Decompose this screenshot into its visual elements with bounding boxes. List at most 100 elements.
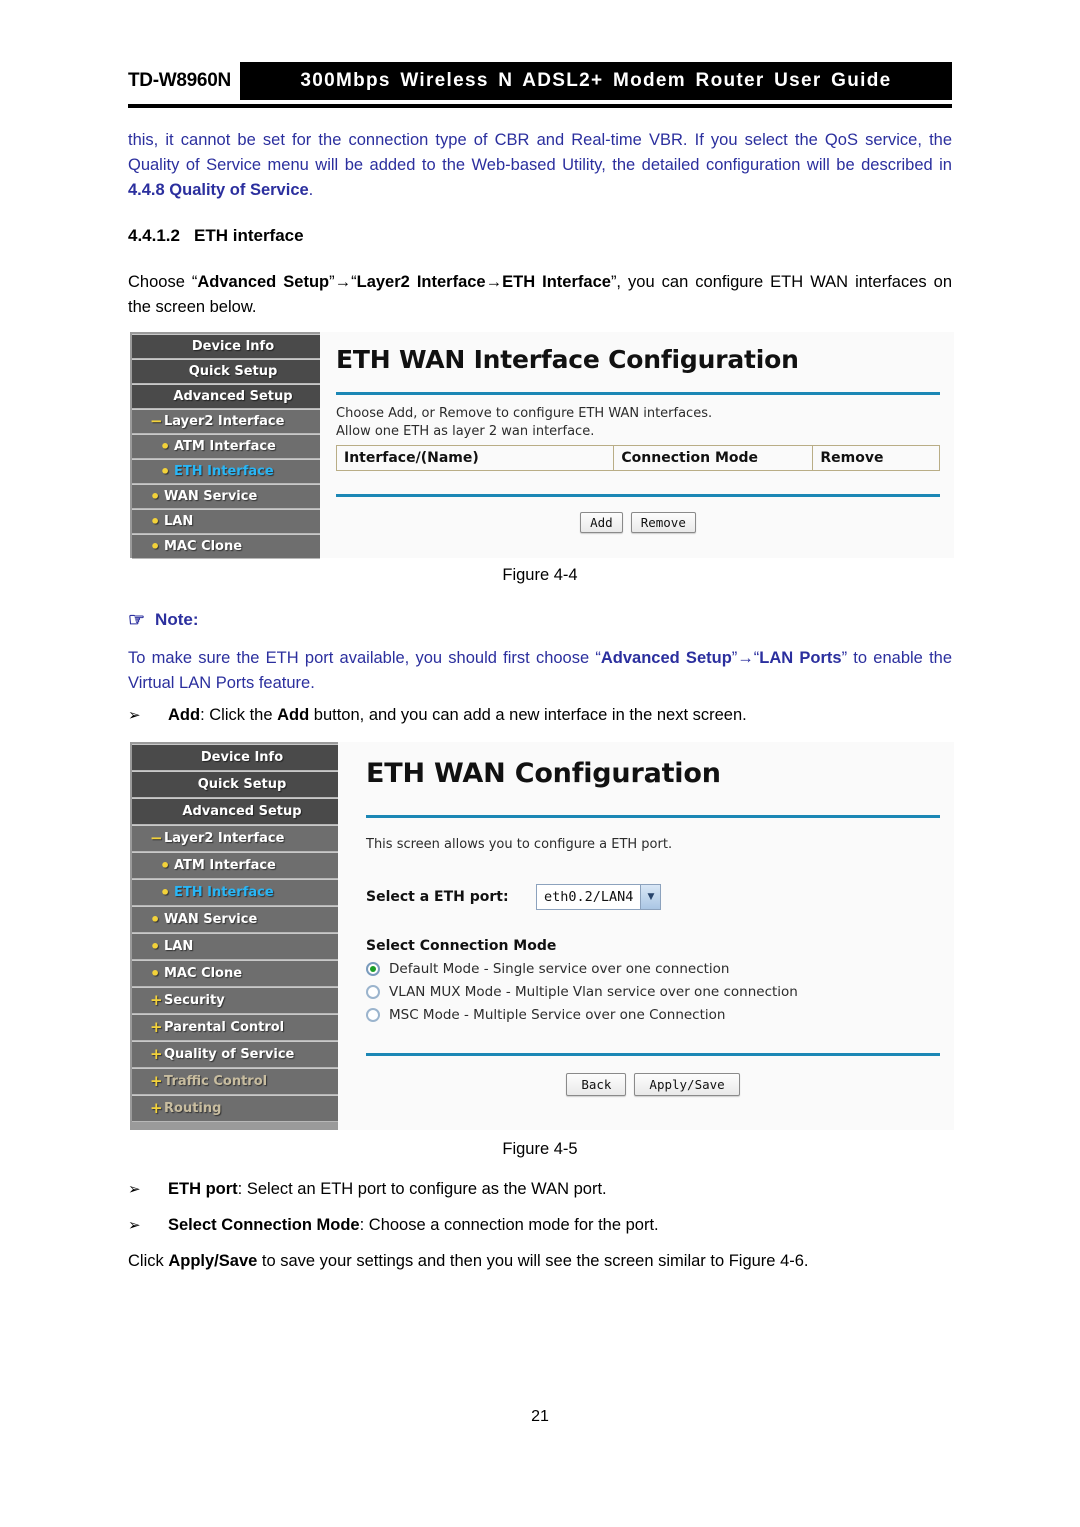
sidebar-item-label: Layer2 Interface — [164, 414, 285, 429]
sidebar-item-mac-clone[interactable]: • MAC Clone — [132, 960, 338, 987]
table-header-remove: Remove — [812, 445, 940, 471]
sidebar-item-quick-setup[interactable]: Quick Setup — [132, 359, 320, 384]
sidebar-item-label: ATM Interface — [174, 439, 276, 454]
panel-desc-line-1: Choose Add, or Remove to configure ETH W… — [336, 406, 713, 421]
radio-label: VLAN MUX Mode - Multiple Vlan service ov… — [389, 984, 798, 1000]
router-sidebar[interactable]: Device Info Quick Setup Advanced Setup −… — [130, 742, 338, 1130]
eth-port-bullet-bold: ETH port — [168, 1180, 238, 1198]
router-sidebar[interactable]: Device Info Quick Setup Advanced Setup −… — [130, 332, 320, 559]
connection-mode-option-msc[interactable]: MSC Mode - Multiple Service over one Con… — [366, 1007, 940, 1023]
panel-button-row: Back Apply/Save — [366, 1073, 940, 1096]
sidebar-item-label: LAN — [164, 939, 194, 954]
note-header: ☞ Note: — [128, 610, 199, 630]
sidebar-item-label: ETH Interface — [174, 464, 274, 479]
sidebar-item-routing[interactable]: + Routing — [132, 1095, 338, 1122]
panel-rule-top — [336, 392, 940, 395]
sidebar-item-traffic-control[interactable]: + Traffic Control — [132, 1068, 338, 1095]
sidebar-item-lan[interactable]: • LAN — [132, 509, 320, 534]
note-line1-mid: ”→“ — [731, 649, 760, 667]
sidebar-item-device-info[interactable]: Device Info — [132, 334, 320, 359]
eth-wan-interface-table: Interface/(Name) Connection Mode Remove — [335, 445, 940, 471]
intro-line-3-bold: 4.4.8 Quality of Service — [128, 181, 309, 199]
router-main-panel: ETH WAN Interface Configuration Choose A… — [320, 332, 954, 558]
table-header-interface-name: Interface/(Name) — [335, 445, 615, 471]
sidebar-item-quality-of-service[interactable]: + Quality of Service — [132, 1041, 338, 1068]
plus-icon: + — [150, 1072, 163, 1090]
sidebar-item-label: WAN Service — [164, 489, 258, 504]
figure-4-4-caption: Figure 4-4 — [502, 566, 578, 584]
page-header: TD-W8960N 300Mbps Wireless N ADSL2+ Mode… — [0, 0, 1080, 110]
eth-port-select[interactable]: eth0.2/LAN4 ▼ — [536, 884, 662, 910]
bullet-icon: • — [160, 855, 171, 875]
sidebar-item-advanced-setup[interactable]: Advanced Setup — [132, 384, 320, 409]
sidebar-item-label: Layer2 Interface — [164, 831, 285, 846]
bullet-icon: • — [150, 486, 161, 506]
sidebar-item-advanced-setup[interactable]: Advanced Setup — [132, 798, 338, 825]
header-model-name: TD-W8960N — [128, 70, 231, 91]
add-bullet-row: ➢ Add: Click the Add button, and you can … — [128, 703, 952, 728]
section-heading: 4.4.1.2 ETH interface — [128, 226, 952, 246]
choose-pre: Choose “ — [128, 273, 198, 291]
back-button[interactable]: Back — [566, 1073, 627, 1096]
connection-mode-option-vlan-mux[interactable]: VLAN MUX Mode - Multiple Vlan service ov… — [366, 984, 940, 1000]
sidebar-item-label: Security — [164, 993, 225, 1008]
intro-line-3-post: . — [308, 181, 314, 199]
note-line1-pre: To make sure the ETH port available, you… — [128, 649, 601, 667]
sidebar-item-label: ETH Interface — [174, 885, 274, 900]
radio-msc-mode[interactable] — [366, 1008, 380, 1022]
sidebar-item-security[interactable]: + Security — [132, 987, 338, 1014]
sidebar-item-atm-interface[interactable]: • ATM Interface — [132, 852, 338, 879]
note-bold-advanced-setup: Advanced Setup — [600, 649, 732, 667]
bullet-icon: • — [150, 536, 161, 556]
sidebar-item-wan-service[interactable]: • WAN Service — [132, 484, 320, 509]
sidebar-item-quick-setup[interactable]: Quick Setup — [132, 771, 338, 798]
sidebar-item-wan-service[interactable]: • WAN Service — [132, 906, 338, 933]
section-title: ETH interface — [194, 226, 304, 245]
panel-rule-bottom — [336, 494, 940, 497]
chevron-down-icon[interactable]: ▼ — [640, 885, 661, 909]
bullet-icon: • — [160, 436, 171, 456]
plus-icon: + — [150, 1018, 163, 1036]
radio-default-mode[interactable] — [366, 962, 380, 976]
sidebar-item-label: Advanced Setup — [173, 389, 293, 404]
note-label: Note: — [155, 610, 199, 629]
note-paragraph: To make sure the ETH port available, you… — [128, 646, 952, 696]
connection-mode-bullet-bold: Select Connection Mode — [168, 1216, 360, 1234]
bullet-icon: • — [150, 963, 161, 983]
sidebar-item-lan[interactable]: • LAN — [132, 933, 338, 960]
sidebar-item-layer2-interface[interactable]: − Layer2 Interface — [132, 825, 338, 852]
sidebar-item-eth-interface[interactable]: • ETH Interface — [132, 459, 320, 484]
closing-paragraph: Click Apply/Save to save your settings a… — [128, 1249, 952, 1274]
bullet-icon: • — [150, 936, 161, 956]
figure-4-5-screenshot: Device Info Quick Setup Advanced Setup −… — [130, 742, 954, 1130]
bullet-icon: • — [150, 909, 161, 929]
pointing-hand-icon: ☞ — [128, 609, 146, 631]
remove-button[interactable]: Remove — [630, 512, 696, 533]
eth-port-bullet-row: ➢ ETH port: Select an ETH port to configu… — [128, 1177, 952, 1202]
bullet-arrow-icon: ➢ — [128, 707, 141, 724]
sidebar-item-layer2-interface[interactable]: − Layer2 Interface — [132, 409, 320, 434]
apply-save-button[interactable]: Apply/Save — [634, 1073, 740, 1096]
header-divider — [128, 104, 952, 108]
sidebar-item-device-info[interactable]: Device Info — [132, 744, 338, 771]
sidebar-item-mac-clone[interactable]: • MAC Clone — [132, 534, 320, 559]
choose-mid-1: ”→“ — [329, 273, 357, 291]
sidebar-item-eth-interface[interactable]: • ETH Interface — [132, 879, 338, 906]
radio-vlan-mux-mode[interactable] — [366, 985, 380, 999]
eth-port-selected-value: eth0.2/LAN4 — [544, 889, 634, 905]
sidebar-item-atm-interface[interactable]: • ATM Interface — [132, 434, 320, 459]
radio-label: MSC Mode - Multiple Service over one Con… — [389, 1007, 726, 1023]
panel-desc-line-2: Allow one ETH as layer 2 wan interface. — [336, 424, 595, 439]
add-button[interactable]: Add — [580, 512, 623, 533]
table-header-connection-mode: Connection Mode — [613, 445, 814, 471]
connection-mode-title: Select Connection Mode — [366, 938, 557, 954]
page-number: 21 — [531, 1408, 549, 1425]
connection-mode-bullet-text: : Choose a connection mode for the port. — [359, 1216, 659, 1234]
panel-title: ETH WAN Interface Configuration — [336, 345, 799, 374]
intro-line-1: this, it cannot be set for the connectio… — [128, 131, 858, 149]
sidebar-item-parental-control[interactable]: + Parental Control — [132, 1014, 338, 1041]
connection-mode-option-default[interactable]: Default Mode - Single service over one c… — [366, 961, 940, 977]
panel-rule-bottom — [366, 1053, 940, 1056]
sidebar-item-label: Traffic Control — [164, 1074, 268, 1089]
minus-icon: − — [150, 412, 163, 430]
